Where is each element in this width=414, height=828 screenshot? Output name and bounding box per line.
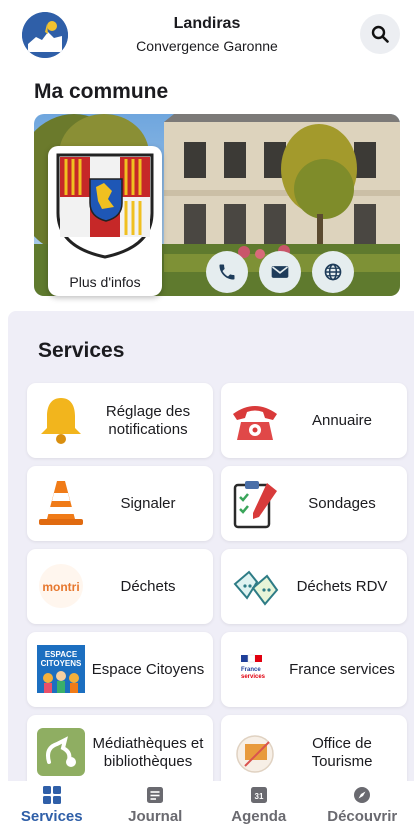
more-info-label: Plus d'infos — [69, 274, 141, 290]
svg-text:ESPACE: ESPACE — [45, 650, 78, 659]
nav-services[interactable]: Services — [0, 781, 104, 828]
bottom-navigation: Services Journal 31 Agenda Découvrir — [0, 781, 414, 828]
tile-surveys[interactable]: Sondages — [221, 466, 407, 541]
tile-label: Espace Citoyens — [91, 660, 205, 678]
more-info-card[interactable]: Plus d'infos — [48, 146, 162, 296]
library-icon — [37, 728, 85, 776]
tile-label: France services — [289, 660, 395, 678]
tile-waste-appointment[interactable]: Déchets RDV — [221, 549, 407, 624]
recycling-bags-icon — [233, 570, 279, 606]
calendar-icon: 31 — [250, 787, 267, 803]
tile-label: Médiathèques et bibliothèques — [92, 734, 204, 770]
tile-report[interactable]: Signaler — [27, 466, 213, 541]
tile-france-services[interactable]: France services France services — [221, 632, 407, 707]
newspaper-icon — [147, 787, 164, 803]
montri-logo-icon: montri — [39, 564, 83, 608]
call-button[interactable] — [206, 251, 248, 293]
telephone-icon — [233, 406, 277, 440]
nav-label: Services — [20, 808, 83, 825]
tile-label: Annuaire — [311, 411, 373, 429]
clipboard-icon — [233, 481, 277, 529]
nav-journal[interactable]: Journal — [104, 781, 208, 828]
tourism-icon — [236, 735, 274, 773]
nav-label: Journal — [128, 808, 183, 825]
header-subtitle: Convergence Garonne — [136, 38, 278, 54]
globe-icon — [324, 263, 342, 281]
svg-text:montri: montri — [42, 580, 79, 594]
tile-citizen-space[interactable]: ESPACE CITOYENS Espace Citoyens — [27, 632, 213, 707]
tile-label: Signaler — [120, 494, 176, 512]
app-header: Landiras Convergence Garonne — [0, 0, 414, 70]
tile-notification-settings[interactable]: Réglage des notifications — [27, 383, 213, 458]
town-logo-icon — [22, 12, 68, 58]
compass-icon — [354, 787, 371, 803]
france-services-logo: France services — [239, 653, 271, 685]
traffic-cone-icon — [39, 481, 83, 525]
tile-label: Office de Tourisme — [311, 734, 373, 770]
town-coat-of-arms — [56, 153, 154, 259]
tile-label: Réglage des notifications — [105, 402, 191, 438]
contact-buttons — [206, 251, 354, 293]
services-panel: Services Réglage des notifications Annua… — [8, 311, 414, 781]
nav-label: Agenda — [231, 808, 287, 825]
bell-icon — [41, 398, 81, 444]
search-icon — [371, 25, 389, 43]
svg-text:France: France — [241, 667, 261, 673]
tile-waste[interactable]: montri Déchets — [27, 549, 213, 624]
commune-section-title: Ma commune — [34, 80, 169, 103]
services-section-title: Services — [38, 339, 125, 362]
website-button[interactable] — [312, 251, 354, 293]
town-logo[interactable] — [22, 12, 68, 58]
email-button[interactable] — [259, 251, 301, 293]
tile-libraries[interactable]: Médiathèques et bibliothèques — [27, 715, 213, 781]
tile-label: Déchets — [120, 577, 176, 595]
search-button[interactable] — [360, 14, 400, 54]
svg-text:CITOYENS: CITOYENS — [41, 659, 82, 668]
phone-icon — [219, 264, 235, 280]
grid-icon — [42, 786, 61, 804]
tile-tourism-office[interactable]: Office de Tourisme — [221, 715, 407, 781]
mail-icon — [271, 266, 289, 278]
calendar-day-number: 31 — [254, 792, 263, 801]
svg-text:services: services — [241, 674, 266, 680]
nav-discover[interactable]: Découvrir — [311, 781, 414, 828]
tile-label: Déchets RDV — [296, 577, 388, 595]
tile-label: Sondages — [308, 494, 376, 512]
nav-agenda[interactable]: 31 Agenda — [207, 781, 311, 828]
espace-citoyens-logo: ESPACE CITOYENS — [37, 645, 85, 693]
nav-label: Découvrir — [327, 808, 398, 825]
header-title: Landiras — [173, 15, 241, 32]
tile-directory[interactable]: Annuaire — [221, 383, 407, 458]
